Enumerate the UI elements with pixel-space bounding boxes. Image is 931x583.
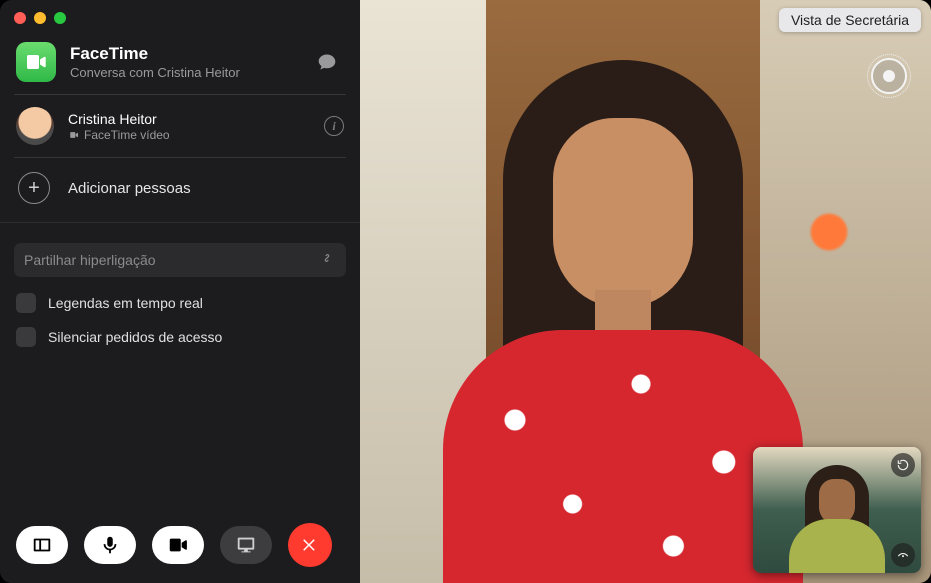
effects-icon	[896, 548, 910, 562]
add-people-button[interactable]: + Adicionar pessoas	[0, 158, 360, 222]
camera-toggle-button[interactable]	[152, 526, 204, 564]
app-subtitle: Conversa com Cristina Heitor	[70, 65, 296, 80]
microphone-icon	[99, 534, 121, 556]
effects-button[interactable]	[891, 543, 915, 567]
participant-row[interactable]: Cristina Heitor FaceTime vídeo i	[0, 95, 360, 157]
live-captions-label: Legendas em tempo real	[48, 295, 203, 311]
live-photo-button[interactable]	[871, 58, 907, 94]
share-link-button[interactable]: Partilhar hiperligação	[14, 243, 346, 277]
sidebar: FaceTime Conversa com Cristina Heitor Cr…	[0, 0, 360, 583]
video-icon	[68, 130, 80, 140]
facetime-app-icon	[16, 42, 56, 82]
window-controls	[0, 0, 360, 36]
share-screen-button[interactable]	[220, 526, 272, 564]
call-controls	[16, 523, 332, 567]
participant-status: FaceTime vídeo	[68, 128, 310, 142]
rotate-icon	[896, 458, 910, 472]
participant-name: Cristina Heitor	[68, 111, 310, 127]
messages-button[interactable]	[310, 47, 344, 77]
close-window-button[interactable]	[14, 12, 26, 24]
main-video-feed: Vista de Secretária	[360, 0, 931, 583]
self-view[interactable]	[753, 447, 921, 573]
close-icon	[301, 536, 319, 554]
desk-view-label: Vista de Secretária	[791, 12, 909, 28]
facetime-window: FaceTime Conversa com Cristina Heitor Cr…	[0, 0, 931, 583]
video-icon	[167, 534, 189, 556]
checkbox-icon	[16, 327, 36, 347]
minimize-window-button[interactable]	[34, 12, 46, 24]
checkbox-icon	[16, 293, 36, 313]
message-icon	[316, 52, 338, 72]
silence-requests-label: Silenciar pedidos de acesso	[48, 329, 222, 345]
app-title: FaceTime	[70, 44, 296, 64]
app-header: FaceTime Conversa com Cristina Heitor	[0, 36, 360, 94]
plus-icon: +	[18, 172, 50, 204]
live-captions-toggle[interactable]: Legendas em tempo real	[0, 293, 360, 313]
share-link-label: Partilhar hiperligação	[24, 252, 156, 268]
desk-view-button[interactable]: Vista de Secretária	[779, 8, 921, 32]
link-icon	[318, 251, 336, 270]
participant-avatar	[16, 107, 54, 145]
add-people-label: Adicionar pessoas	[68, 180, 191, 197]
mute-button[interactable]	[84, 526, 136, 564]
silence-requests-toggle[interactable]: Silenciar pedidos de acesso	[0, 327, 360, 347]
share-screen-icon	[235, 534, 257, 556]
sidebar-icon	[31, 534, 53, 556]
end-call-button[interactable]	[288, 523, 332, 567]
participant-info-button[interactable]: i	[324, 116, 344, 136]
sidebar-toggle-button[interactable]	[16, 526, 68, 564]
rotate-camera-button[interactable]	[891, 453, 915, 477]
fullscreen-window-button[interactable]	[54, 12, 66, 24]
